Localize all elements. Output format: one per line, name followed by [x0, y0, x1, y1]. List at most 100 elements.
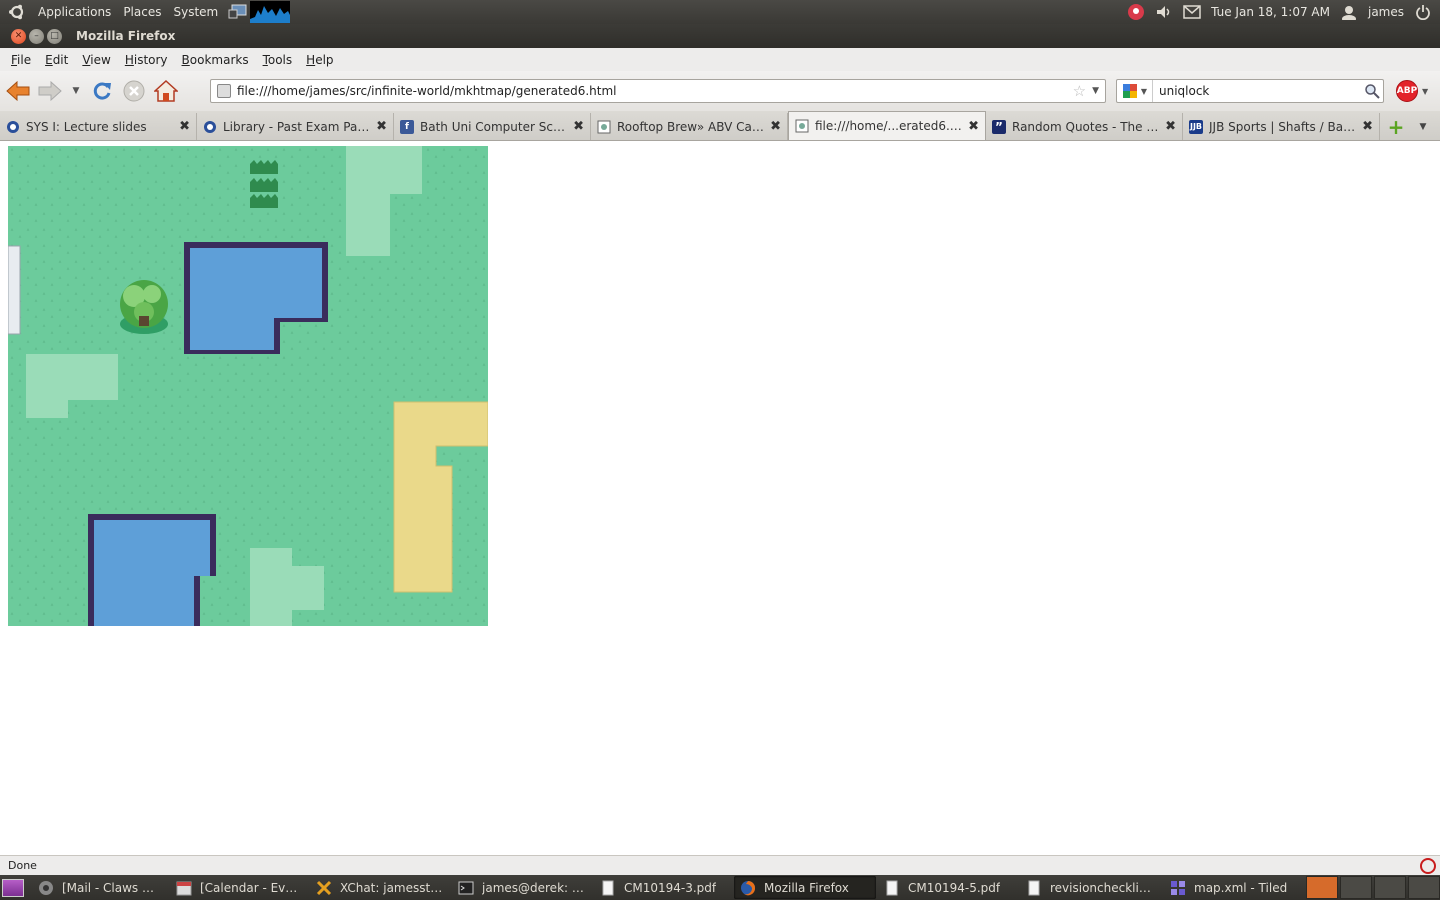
menu-bookmarks-label: ookmarks [189, 52, 249, 67]
workspace-switcher[interactable] [1306, 876, 1440, 899]
system-menu[interactable]: System [167, 5, 224, 19]
tab-label: Random Quotes - The Qu... [1012, 119, 1160, 134]
workspace-2[interactable] [1340, 876, 1372, 899]
task-cm10194-3-pdf[interactable]: CM10194-3.pdf [594, 876, 732, 899]
menu-help-label: elp [315, 52, 334, 67]
menu-view-label: iew [90, 52, 111, 67]
menu-help[interactable]: Help [299, 53, 340, 67]
maximize-window-button[interactable]: □ [47, 28, 62, 44]
menu-view[interactable]: View [75, 53, 117, 67]
task-tiled[interactable]: map.xml - Tiled [1164, 876, 1296, 899]
chevron-down-icon: ▼ [72, 86, 80, 96]
minimize-window-button[interactable]: – [29, 28, 44, 44]
mail-icon[interactable] [1183, 3, 1201, 21]
menu-bookmarks[interactable]: Bookmarks [175, 53, 256, 67]
task-mozilla-firefox[interactable]: Mozilla Firefox [734, 876, 876, 899]
tab-bar: SYS I: Lecture slides ✖ Library - Past E… [0, 111, 1440, 141]
home-button[interactable] [152, 77, 180, 105]
workspace-3[interactable] [1374, 876, 1406, 899]
close-tab-icon[interactable]: ✖ [968, 119, 979, 134]
menu-tools-label: ools [267, 52, 293, 67]
show-desktop-button[interactable] [2, 878, 24, 897]
bookmark-star-icon[interactable]: ☆ [1073, 82, 1086, 100]
tab-label: Rooftop Brew» ABV Calc... [617, 119, 765, 134]
facebook-icon: f [400, 119, 414, 134]
power-icon[interactable] [1414, 3, 1432, 21]
ubuntu-logo-icon[interactable] [6, 1, 28, 23]
tab-library-past-exam-papers[interactable]: Library - Past Exam Papers ✖ [197, 113, 394, 140]
list-all-tabs-button[interactable]: ▼ [1412, 113, 1434, 140]
xchat-icon [316, 880, 332, 895]
user-icon [1340, 3, 1358, 21]
clock[interactable]: Tue Jan 18, 1:07 AM [1211, 5, 1330, 19]
stop-icon [123, 80, 145, 102]
plus-icon: + [1387, 114, 1405, 139]
tab-jjb-sports[interactable]: JJB JJB Sports | Shafts / Barrels ✖ [1183, 113, 1380, 140]
task-claws-mail[interactable]: [Mail - Claws Mail... [32, 876, 168, 899]
close-tab-icon[interactable]: ✖ [179, 119, 190, 134]
history-dropdown-button[interactable]: ▼ [68, 77, 84, 105]
tab-rooftop-brew[interactable]: Rooftop Brew» ABV Calc... ✖ [591, 113, 788, 140]
task-xchat[interactable]: XChat: jamesstanl... [310, 876, 450, 899]
search-input[interactable]: uniqlock [1153, 84, 1361, 98]
page-icon [795, 119, 809, 133]
menu-tools[interactable]: Tools [256, 53, 300, 67]
task-revisionchecklist-pdf[interactable]: revisionchecklist.pdf [1020, 876, 1162, 899]
top-panel: Applications Places System Tue Jan 18, 1… [0, 0, 1440, 24]
volume-icon[interactable] [1155, 3, 1173, 21]
network-monitor-icon[interactable] [228, 3, 248, 21]
close-tab-icon[interactable]: ✖ [376, 119, 387, 134]
url-text[interactable]: file:///home/james/src/infinite-world/mk… [237, 84, 1073, 98]
url-dropdown-icon[interactable]: ▼ [1092, 86, 1099, 96]
menu-edit[interactable]: Edit [38, 53, 75, 67]
tab-sys-lecture-slides[interactable]: SYS I: Lecture slides ✖ [0, 113, 197, 140]
tab-random-quotes[interactable]: ” Random Quotes - The Qu... ✖ [986, 113, 1183, 140]
close-tab-icon[interactable]: ✖ [1165, 119, 1176, 134]
indicator-applet-icon[interactable] [1127, 3, 1145, 21]
tree [120, 280, 168, 334]
site-identity-icon[interactable] [217, 84, 231, 98]
search-go-button[interactable] [1361, 83, 1383, 99]
new-tab-button[interactable]: + [1380, 113, 1412, 140]
task-cm10194-5-pdf[interactable]: CM10194-5.pdf [878, 876, 1018, 899]
applications-menu[interactable]: Applications [32, 5, 117, 19]
workspace-1[interactable] [1306, 876, 1338, 899]
tab-generated6[interactable]: file:///home/...erated6.html ✖ [788, 111, 986, 140]
close-tab-icon[interactable]: ✖ [573, 119, 584, 134]
places-menu[interactable]: Places [117, 5, 167, 19]
stop-button[interactable] [120, 77, 148, 105]
bottom-taskbar: [Mail - Claws Mail... [Calendar - Evolut… [0, 875, 1440, 900]
menu-history[interactable]: History [118, 53, 175, 67]
search-engine-selector[interactable]: ▼ [1117, 80, 1153, 102]
workspace-4[interactable] [1408, 876, 1440, 899]
close-tab-icon[interactable]: ✖ [1362, 119, 1373, 134]
adblock-dropdown-icon[interactable]: ▼ [1422, 87, 1428, 96]
menu-file[interactable]: File [4, 53, 38, 67]
task-label: [Calendar - Evolut... [200, 880, 302, 895]
task-terminal[interactable]: james@derek: ~/s... [452, 876, 592, 899]
tab-label: Library - Past Exam Papers [223, 119, 371, 134]
url-bar[interactable]: file:///home/james/src/infinite-world/mk… [210, 79, 1106, 103]
close-window-button[interactable]: ✕ [11, 28, 26, 44]
search-bar[interactable]: ▼ uniqlock [1116, 79, 1384, 103]
adblock-plus-button[interactable]: ABP [1396, 80, 1418, 102]
mail-icon [39, 880, 53, 895]
tiled-icon [1171, 880, 1185, 895]
user-name[interactable]: james [1368, 5, 1404, 19]
document-icon [602, 880, 614, 895]
task-label: map.xml - Tiled [1194, 880, 1288, 895]
back-arrow-icon [6, 81, 30, 101]
generated-tile-map [8, 146, 488, 626]
menu-edit-label: dit [52, 52, 69, 67]
close-tab-icon[interactable]: ✖ [770, 119, 781, 134]
window-titlebar[interactable]: ✕ – □ Mozilla Firefox [0, 24, 1440, 48]
system-monitor-graph[interactable] [250, 1, 291, 23]
bath-uni-icon [203, 120, 217, 134]
task-evolution-calendar[interactable]: [Calendar - Evolut... [170, 876, 308, 899]
blocked-content-icon[interactable] [1420, 858, 1436, 874]
document-icon [1028, 880, 1040, 895]
reload-button[interactable] [88, 77, 116, 105]
tab-bath-uni-computer-science[interactable]: f Bath Uni Computer Scien... ✖ [394, 113, 591, 140]
back-button[interactable] [4, 77, 32, 105]
forward-button[interactable] [36, 77, 64, 105]
